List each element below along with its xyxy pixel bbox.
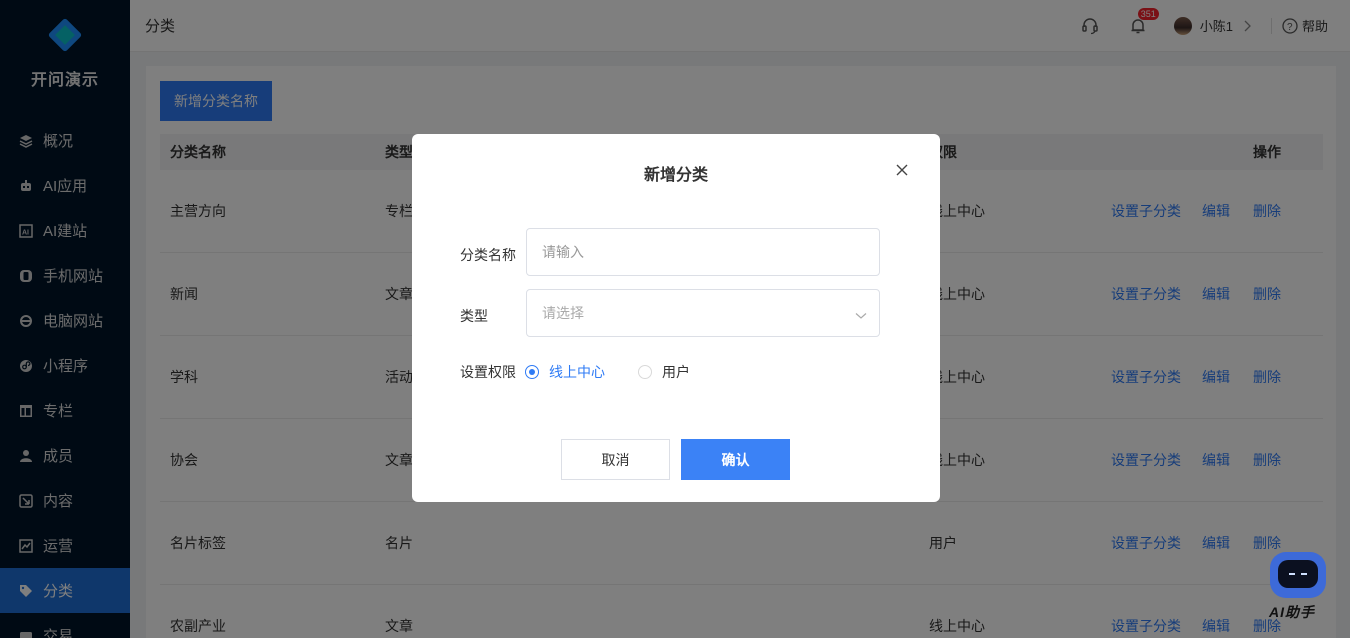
radio-label: 用户 (662, 364, 690, 380)
confirm-button[interactable]: 确认 (681, 439, 790, 480)
add-category-dialog: 新增分类 分类名称 类型 请选择 设置权限 线上中心 用户 取消 确认 (412, 134, 940, 502)
permission-option-user[interactable]: 用户 (638, 362, 690, 382)
radio-unchecked-icon[interactable] (638, 365, 652, 379)
type-label: 类型 (460, 308, 488, 324)
name-label: 分类名称 (460, 247, 516, 263)
category-name-input[interactable] (526, 228, 880, 276)
radio-checked-icon[interactable] (525, 365, 539, 379)
chevron-down-icon (855, 307, 867, 323)
ai-assistant-label: AI助手 (1269, 604, 1315, 620)
type-select[interactable]: 请选择 (526, 289, 880, 337)
type-select-placeholder: 请选择 (542, 305, 584, 321)
ai-assistant-widget[interactable]: AI助手 (1264, 546, 1334, 626)
radio-label: 线上中心 (549, 364, 605, 380)
cancel-button[interactable]: 取消 (561, 439, 670, 480)
permission-label: 设置权限 (460, 364, 516, 380)
robot-face (1278, 560, 1318, 588)
dialog-title: 新增分类 (643, 167, 708, 184)
close-icon[interactable] (894, 162, 910, 178)
permission-option-online[interactable]: 线上中心 (525, 362, 605, 382)
